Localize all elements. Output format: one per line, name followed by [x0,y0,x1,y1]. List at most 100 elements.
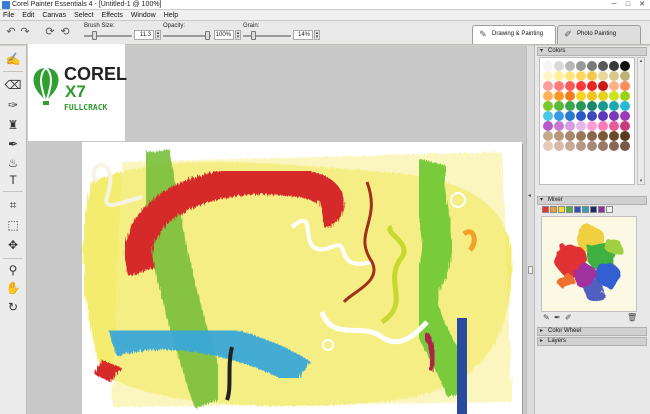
brush-size-input[interactable]: 11.3 [134,30,154,40]
color-swatch[interactable] [576,131,586,141]
paint-bucket-icon[interactable]: ♨ [4,154,22,172]
color-swatch[interactable] [543,141,553,151]
color-swatch[interactable] [554,141,564,151]
expand-triangle-icon[interactable]: ▸ [540,338,543,345]
document-canvas[interactable] [82,142,522,414]
crop-tool-icon[interactable]: ⌗ [4,196,22,214]
color-swatch[interactable] [554,111,564,121]
layers-panel-header[interactable]: ▸ Layers [537,337,647,346]
color-swatch[interactable] [587,111,597,121]
color-swatch[interactable] [620,91,630,101]
menu-edit[interactable]: Edit [22,12,34,19]
color-swatch[interactable] [554,61,564,71]
grain-input[interactable]: 14% [293,30,313,40]
color-swatch[interactable] [576,81,586,91]
menu-effects[interactable]: Effects [102,12,123,19]
mixer-color-swatch[interactable] [542,206,549,213]
close-button[interactable]: ✕ [636,0,648,9]
mixer-color-swatch[interactable] [590,206,597,213]
color-swatch-grid[interactable] [543,61,633,151]
menu-canvas[interactable]: Canvas [42,12,66,19]
rotate-page-icon[interactable]: ↻ [4,298,22,316]
mixer-color-swatch[interactable] [598,206,605,213]
color-swatch[interactable] [565,141,575,151]
color-swatch[interactable] [609,71,619,81]
opacity-thumb[interactable] [205,31,210,40]
mixer-panel-header[interactable]: ▾ Mixer [537,196,647,205]
color-swatch[interactable] [598,141,608,151]
color-swatch[interactable] [565,61,575,71]
dropper-tool-icon[interactable]: ✒ [4,135,22,153]
opacity-stepper[interactable]: ▴ ▾ [235,30,241,40]
color-swatch[interactable] [576,61,586,71]
scroll-down-icon[interactable]: ▾ [638,178,644,184]
menu-select[interactable]: Select [74,12,93,19]
color-swatch[interactable] [598,91,608,101]
mixer-color-swatch[interactable] [566,206,573,213]
color-swatch[interactable] [609,131,619,141]
color-swatch[interactable] [576,101,586,111]
trash-icon[interactable]: 🗑 [627,313,637,322]
color-swatch[interactable] [565,121,575,131]
grain-stepper[interactable]: ▴ ▾ [314,30,320,40]
color-swatch[interactable] [609,91,619,101]
color-swatch[interactable] [598,121,608,131]
color-swatch[interactable] [587,131,597,141]
mixer-dropper-icon[interactable]: ✒ [554,313,561,322]
menu-help[interactable]: Help [164,12,178,19]
color-swatch[interactable] [543,111,553,121]
mixer-color-swatch[interactable] [550,206,557,213]
brush-size-stepper[interactable]: ▴ ▾ [155,30,161,40]
color-swatch[interactable] [576,141,586,151]
color-swatch[interactable] [576,71,586,81]
color-swatch[interactable] [598,101,608,111]
selection-tool-icon[interactable]: ⬚ [4,216,22,234]
reset-brush-icon[interactable]: ⟲ [58,25,72,39]
color-swatch[interactable] [587,91,597,101]
tab-photo-painting[interactable]: ✐ Photo Painting [557,25,641,44]
collapse-arrow-icon[interactable]: ◂ [528,192,531,199]
color-swatch[interactable] [609,141,619,151]
color-swatch[interactable] [609,61,619,71]
color-swatch[interactable] [587,121,597,131]
brush-size-slider[interactable] [84,31,132,40]
mixer-swatch-row[interactable] [542,206,613,213]
color-swatch[interactable] [587,101,597,111]
color-swatch[interactable] [576,111,586,121]
mixer-color-swatch[interactable] [606,206,613,213]
colors-panel-header[interactable]: ▾ Colors [537,47,647,56]
mixer-blend-icon[interactable]: ✐ [565,313,572,322]
menu-file[interactable]: File [3,12,14,19]
color-swatch[interactable] [598,61,608,71]
color-swatch[interactable] [543,101,553,111]
color-swatch[interactable] [598,71,608,81]
color-swatch[interactable] [565,71,575,81]
color-swatch[interactable] [543,81,553,91]
color-swatch[interactable] [620,61,630,71]
color-swatch[interactable] [543,71,553,81]
cloner-tool-icon[interactable]: ♜ [4,116,22,134]
color-swatch[interactable] [609,121,619,131]
color-swatch[interactable] [565,91,575,101]
tab-drawing-painting[interactable]: ✎ Drawing & Painting [472,25,556,44]
magnifier-tool-icon[interactable]: ⚲ [4,261,22,279]
rotate-icon[interactable]: ⟳ [43,25,57,39]
color-swatch[interactable] [565,101,575,111]
color-swatch[interactable] [598,131,608,141]
color-swatch[interactable] [565,111,575,121]
text-tool-icon[interactable]: T [4,171,22,189]
grain-thumb[interactable] [251,31,256,40]
grabber-tool-icon[interactable]: ✋ [4,279,22,297]
blender-tool-icon[interactable]: ✑ [4,96,22,114]
color-swatch[interactable] [620,101,630,111]
mixer-color-swatch[interactable] [574,206,581,213]
minimize-button[interactable]: ─ [608,0,620,9]
color-swatch[interactable] [620,81,630,91]
color-swatch[interactable] [620,111,630,121]
redo-icon[interactable]: ↷ [18,25,32,39]
color-swatch[interactable] [609,81,619,91]
expand-triangle-icon[interactable]: ▸ [540,328,543,335]
color-swatch[interactable] [609,101,619,111]
color-swatch[interactable] [543,131,553,141]
color-swatch[interactable] [587,71,597,81]
